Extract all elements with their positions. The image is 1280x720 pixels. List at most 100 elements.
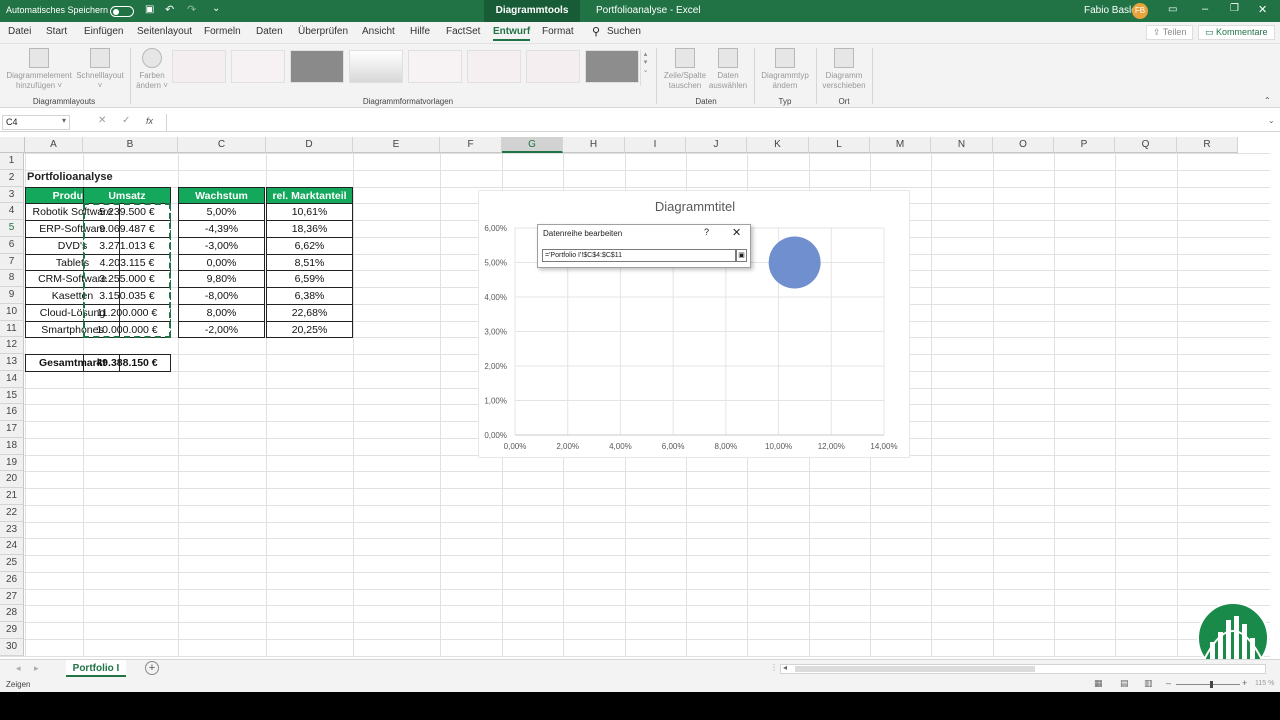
page-layout-icon[interactable]: ▤ [1120,678,1129,689]
collapse-ribbon-icon[interactable]: ⌃ [1264,96,1271,105]
table-cell[interactable]: 5.239.500 € [83,203,171,221]
search-icon[interactable]: ⚲ [592,25,600,38]
name-box[interactable]: C4 [2,115,70,130]
table-cell[interactable]: 3.255.000 € [83,270,171,288]
tab-daten[interactable]: Daten [256,26,283,37]
row-header-23[interactable]: 23 [0,521,24,539]
styles-scroll[interactable]: ▴ ▾ ⌄ [640,50,650,86]
change-colors-button[interactable]: Farben ändern ˅ [132,48,172,91]
horizontal-scrollbar[interactable]: ◂ [780,663,1266,674]
sheet-title[interactable]: Portfolioanalyse [27,170,147,187]
row-header-26[interactable]: 26 [0,571,24,589]
table-cell[interactable]: 0,00% [178,253,265,272]
chart-style-1[interactable] [172,50,226,83]
collapse-dialog-button[interactable]: ▣ [736,249,747,262]
sheet-tab-portfolio[interactable]: Portfolio I [66,660,126,677]
zoom-out-icon[interactable]: – [1166,678,1171,688]
cancel-icon[interactable]: ✕ [98,115,106,126]
tab-start[interactable]: Start [46,26,67,37]
chart-title[interactable]: Diagrammtitel [655,199,735,214]
chart-style-2[interactable] [231,50,285,83]
tab-formeln[interactable]: Formeln [204,26,241,37]
edit-series-dialog[interactable]: Datenreihe bearbeiten ? ✕ ='Portfolio I'… [537,224,751,268]
chart-style-3[interactable] [290,50,344,83]
table-cell[interactable]: 11.200.000 € [83,303,171,322]
total-value[interactable]: 49.388.150 € [83,354,171,372]
zoom-in-icon[interactable]: + [1242,678,1247,688]
table-cell[interactable]: -4,39% [178,220,265,238]
row-header-21[interactable]: 21 [0,488,24,505]
table-cell[interactable]: 22,68% [266,303,353,322]
scroll-left-icon[interactable]: ◂ [783,663,787,672]
row-header-16[interactable]: 16 [0,404,24,421]
ribbon-display-icon[interactable]: ▭ [1168,4,1177,15]
tab-datei[interactable]: Datei [8,26,31,37]
redo-icon[interactable]: ↷ [187,3,196,16]
column-header-d[interactable]: D [266,137,353,153]
table-cell[interactable]: 5,00% [178,203,265,221]
table-cell[interactable]: 6,59% [266,270,353,288]
row-header-9[interactable]: 9 [0,287,24,304]
table-cell[interactable]: 6,38% [266,287,353,305]
close-icon[interactable]: ✕ [1258,3,1267,16]
table-cell[interactable]: 9.069.487 € [83,220,171,238]
table-cell[interactable]: 18,36% [266,220,353,238]
dialog-close-button[interactable]: ✕ [732,226,741,239]
header-umsatz[interactable]: Umsatz [83,186,171,205]
row-header-15[interactable]: 15 [0,387,24,405]
chart-style-4[interactable] [349,50,403,83]
column-header-a[interactable]: A [25,137,83,153]
column-header-i[interactable]: I [625,137,686,153]
tab-seitenlayout[interactable]: Seitenlayout [137,26,192,37]
customize-qat-icon[interactable]: ⌄ [212,3,220,14]
data-point-bubble[interactable] [768,236,821,289]
column-header-q[interactable]: Q [1115,137,1177,153]
column-header-n[interactable]: N [931,137,993,153]
expand-formula-icon[interactable]: ⌄ [1268,116,1275,125]
row-header-24[interactable]: 24 [0,538,24,555]
tab-format[interactable]: Format [542,26,574,37]
tab-entwurf[interactable]: Entwurf [493,26,531,41]
row-header-7[interactable]: 7 [0,253,24,271]
row-header-10[interactable]: 10 [0,303,24,321]
row-header-19[interactable]: 19 [0,454,24,472]
table-cell[interactable]: 10.000.000 € [83,320,171,339]
column-header-m[interactable]: M [870,137,931,153]
row-header-14[interactable]: 14 [0,370,24,388]
row-header-11[interactable]: 11 [0,320,24,338]
chart-style-8[interactable] [585,50,639,83]
row-header-8[interactable]: 8 [0,270,24,287]
sheet-split-icon[interactable]: ⋮ [770,663,778,672]
row-header-18[interactable]: 18 [0,437,24,455]
undo-icon[interactable]: ↶ [165,3,174,16]
column-header-c[interactable]: C [178,137,266,153]
row-header-1[interactable]: 1 [0,153,24,170]
row-header-4[interactable]: 4 [0,203,24,220]
name-box-dropdown-icon[interactable]: ▾ [62,116,66,125]
header-wachstum[interactable]: Wachstum [178,186,265,205]
row-header-5[interactable]: 5 [0,220,24,237]
autosave-toggle[interactable] [110,6,134,17]
add-sheet-icon[interactable]: + [145,661,159,675]
zoom-slider-thumb[interactable] [1210,681,1213,688]
column-header-g[interactable]: G [502,137,563,153]
row-header-2[interactable]: 2 [0,169,24,187]
table-cell[interactable]: 4.203.115 € [83,253,171,272]
table-cell[interactable]: -3,00% [178,236,265,255]
switch-row-column-button[interactable]: Zeile/Spalte tauschen [662,48,708,91]
table-cell[interactable]: 3.150.035 € [83,287,171,305]
column-header-r[interactable]: R [1177,137,1238,153]
zoom-slider[interactable] [1176,681,1240,688]
quick-layout-button[interactable]: Schnelllayout ˅ [72,48,128,91]
row-header-25[interactable]: 25 [0,555,24,572]
tab-ansicht[interactable]: Ansicht [362,26,395,37]
normal-view-icon[interactable]: ▦ [1094,678,1103,689]
table-cell[interactable]: 10,61% [266,203,353,221]
next-sheet-icon[interactable]: ▸ [34,663,39,674]
row-header-13[interactable]: 13 [0,354,24,371]
row-header-27[interactable]: 27 [0,588,24,606]
select-all-corner[interactable] [0,137,25,153]
row-header-28[interactable]: 28 [0,605,24,622]
restore-icon[interactable]: ❐ [1230,3,1239,14]
dialog-help-button[interactable]: ? [704,227,709,237]
